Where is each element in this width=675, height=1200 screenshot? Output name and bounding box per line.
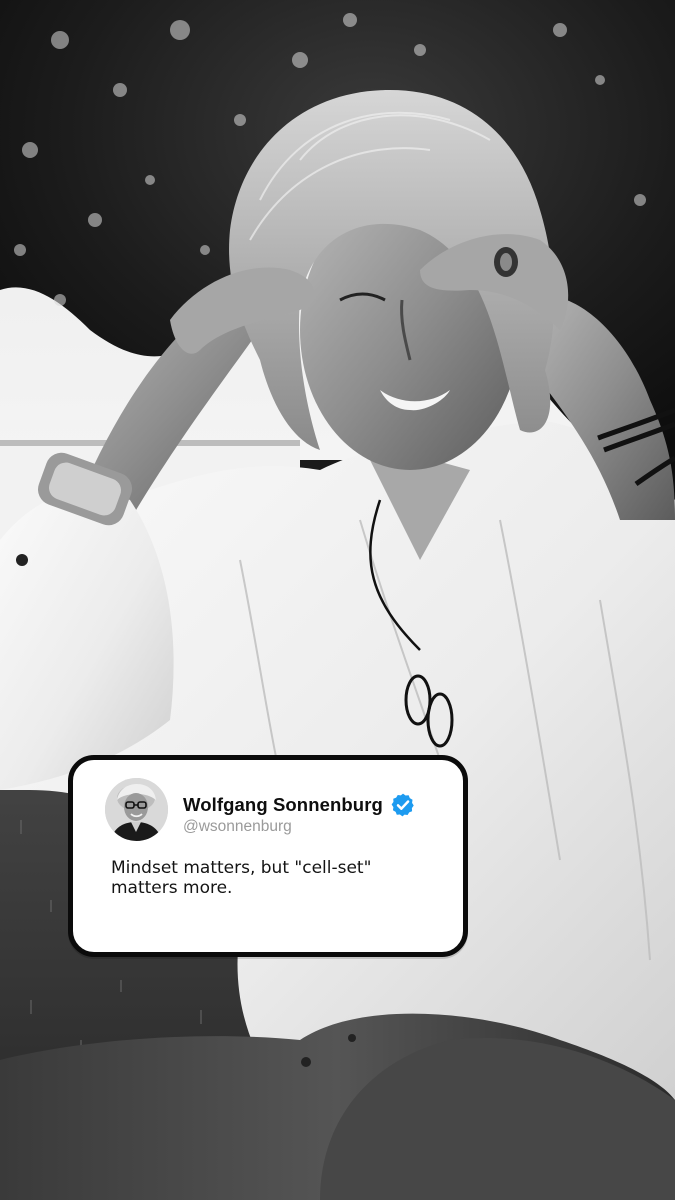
background-photo — [0, 0, 675, 1200]
verified-badge-icon — [390, 792, 416, 818]
author-name: Wolfgang Sonnenburg — [183, 794, 383, 815]
post-graphic: Wolfgang Sonnenburg @wsonnenburg Mindset… — [0, 0, 675, 1200]
profile-photo — [105, 778, 168, 841]
avatar — [105, 778, 168, 841]
tweet-text: Mindset matters, but "cell-set" matters … — [111, 858, 372, 898]
author-handle: @wsonnenburg — [183, 818, 292, 835]
tweet-card: Wolfgang Sonnenburg @wsonnenburg Mindset… — [68, 755, 468, 957]
author-row: Wolfgang Sonnenburg — [183, 792, 416, 818]
